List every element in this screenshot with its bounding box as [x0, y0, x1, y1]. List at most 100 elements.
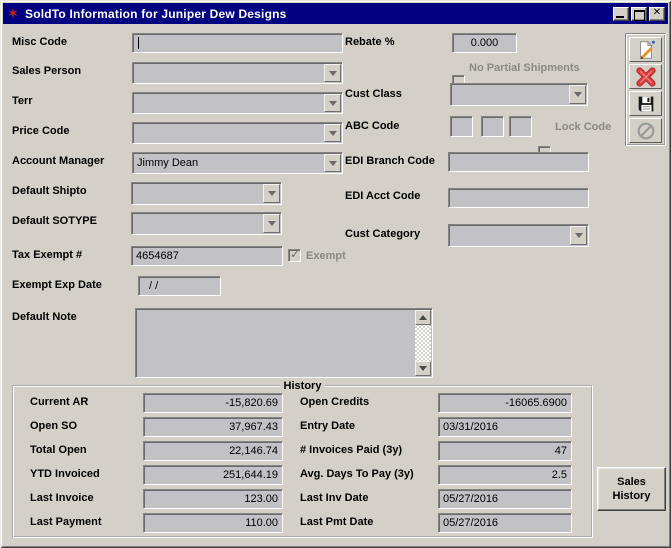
edi-acct-label: EDI Acct Code — [345, 190, 420, 202]
last-payment-value: 110.00 — [143, 513, 283, 533]
chevron-down-icon — [268, 191, 276, 196]
last-invoice-value: 123.00 — [143, 489, 283, 509]
sales-person-combo[interactable] — [132, 62, 343, 84]
exempt-exp-date-label: Exempt Exp Date — [12, 279, 102, 291]
account-manager-combo[interactable]: Jimmy Dean — [132, 152, 343, 174]
default-sotype-label: Default SOTYPE — [12, 215, 97, 227]
abc-code-input-1[interactable] — [450, 116, 473, 137]
edit-record-icon — [635, 39, 657, 61]
open-so-value: 37,967.43 — [143, 417, 283, 437]
dropdown-arrow-button[interactable] — [263, 184, 280, 203]
default-note-label: Default Note — [12, 311, 77, 323]
price-code-label: Price Code — [12, 125, 69, 137]
dropdown-arrow-button[interactable] — [324, 94, 341, 112]
record-toolbar — [625, 33, 666, 146]
chevron-down-icon — [329, 161, 337, 166]
titlebar: SoldTo Information for Juniper Dew Desig… — [3, 3, 668, 24]
close-button[interactable] — [649, 7, 665, 21]
current-ar-label: Current AR — [30, 396, 88, 408]
default-note-textarea[interactable] — [135, 308, 433, 378]
app-star-icon — [6, 6, 21, 21]
avg-days-to-pay-value: 2.5 — [438, 465, 572, 485]
exempt-checkbox-label: Exempt — [306, 250, 346, 262]
dropdown-arrow-button[interactable] — [324, 154, 341, 172]
cancel-button[interactable] — [629, 118, 662, 143]
avg-days-to-pay-label: Avg. Days To Pay (3y) — [300, 468, 414, 480]
cust-class-combo[interactable] — [450, 83, 588, 106]
invoices-paid-value: 47 — [438, 441, 572, 461]
cust-category-label: Cust Category — [345, 228, 420, 240]
current-ar-value: -15,820.69 — [143, 393, 283, 413]
open-credits-label: Open Credits — [300, 396, 369, 408]
sales-history-button[interactable]: Sales History — [597, 467, 666, 511]
abc-code-label: ABC Code — [345, 120, 399, 132]
tax-exempt-label: Tax Exempt # — [12, 249, 82, 261]
open-so-label: Open SO — [30, 420, 77, 432]
tax-exempt-input[interactable]: 4654687 — [131, 246, 283, 266]
delete-record-icon — [635, 66, 657, 88]
rebate-input[interactable]: 0.000 — [452, 33, 517, 53]
arrow-up-icon — [419, 315, 427, 320]
last-pmt-date-label: Last Pmt Date — [300, 516, 373, 528]
sales-person-label: Sales Person — [12, 65, 81, 77]
lock-code-label: Lock Code — [555, 121, 611, 133]
misc-code-label: Misc Code — [12, 36, 67, 48]
maximize-button[interactable] — [631, 7, 647, 21]
chevron-down-icon — [575, 233, 583, 238]
dropdown-arrow-button[interactable] — [569, 85, 586, 104]
exempt-checkbox[interactable] — [288, 249, 301, 262]
cancel-icon — [635, 120, 657, 142]
default-shipto-combo[interactable] — [131, 182, 282, 205]
edi-branch-label: EDI Branch Code — [345, 155, 435, 167]
terr-combo[interactable] — [132, 92, 343, 114]
window-title: SoldTo Information for Juniper Dew Desig… — [25, 7, 611, 21]
total-open-label: Total Open — [30, 444, 87, 456]
terr-label: Terr — [12, 95, 33, 107]
default-sotype-combo[interactable] — [131, 212, 282, 235]
scroll-up-button[interactable] — [415, 310, 431, 325]
chevron-down-icon — [329, 71, 337, 76]
misc-code-input[interactable] — [132, 33, 343, 53]
dropdown-arrow-button[interactable] — [324, 124, 341, 142]
rebate-label: Rebate % — [345, 36, 395, 48]
last-inv-date-label: Last Inv Date — [300, 492, 368, 504]
invoices-paid-label: # Invoices Paid (3y) — [300, 444, 402, 456]
cust-category-combo[interactable] — [448, 224, 589, 247]
save-record-icon — [635, 93, 657, 115]
note-scrollbar[interactable] — [415, 310, 431, 376]
last-invoice-label: Last Invoice — [30, 492, 94, 504]
last-payment-label: Last Payment — [30, 516, 102, 528]
chevron-down-icon — [329, 101, 337, 106]
account-manager-label: Account Manager — [12, 155, 104, 167]
chevron-down-icon — [574, 92, 582, 97]
edi-branch-input[interactable] — [448, 152, 589, 172]
last-inv-date-value: 05/27/2016 — [438, 489, 572, 509]
entry-date-label: Entry Date — [300, 420, 355, 432]
history-legend: History — [280, 380, 326, 392]
scroll-down-button[interactable] — [415, 361, 431, 376]
arrow-down-icon — [419, 366, 427, 371]
delete-record-button[interactable] — [629, 64, 662, 89]
no-partial-shipments-label: No Partial Shipments — [469, 62, 580, 74]
chevron-down-icon — [329, 131, 337, 136]
edit-record-button[interactable] — [629, 37, 662, 62]
chevron-down-icon — [268, 221, 276, 226]
total-open-value: 22,146.74 — [143, 441, 283, 461]
open-credits-value: -16065.6900 — [438, 393, 572, 413]
default-shipto-label: Default Shipto — [12, 185, 87, 197]
dropdown-arrow-button[interactable] — [324, 64, 341, 82]
minimize-button[interactable] — [613, 7, 629, 21]
abc-code-input-2[interactable] — [481, 116, 504, 137]
soldto-dialog: SoldTo Information for Juniper Dew Desig… — [0, 0, 671, 548]
entry-date-value: 03/31/2016 — [438, 417, 572, 437]
price-code-combo[interactable] — [132, 122, 343, 144]
abc-code-input-3[interactable] — [509, 116, 532, 137]
exempt-exp-date-input[interactable]: / / — [138, 276, 221, 296]
save-record-button[interactable] — [629, 91, 662, 116]
dropdown-arrow-button[interactable] — [570, 226, 587, 245]
cust-class-label: Cust Class — [345, 88, 402, 100]
ytd-invoiced-value: 251,644.19 — [143, 465, 283, 485]
dropdown-arrow-button[interactable] — [263, 214, 280, 233]
edi-acct-input[interactable] — [448, 188, 589, 208]
ytd-invoiced-label: YTD Invoiced — [30, 468, 100, 480]
